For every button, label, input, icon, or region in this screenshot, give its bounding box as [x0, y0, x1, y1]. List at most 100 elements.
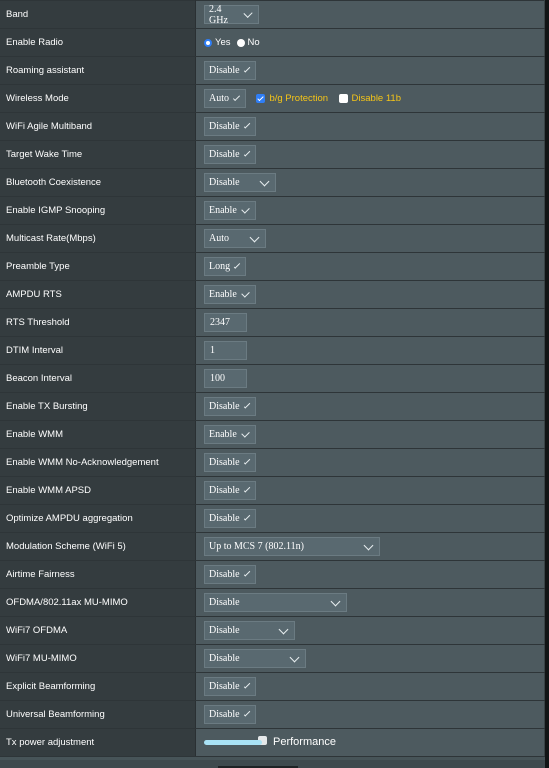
- disable-11b-checkbox[interactable]: [338, 94, 348, 103]
- wireless-mode-select[interactable]: Auto: [204, 89, 246, 108]
- ampdu-aggregation-select[interactable]: Disable: [204, 509, 256, 528]
- label-universal-beamforming: Universal Beamforming: [0, 700, 196, 729]
- chevron-down-icon: [243, 485, 251, 493]
- radio-yes[interactable]: [204, 38, 212, 47]
- chevron-down-icon: [243, 121, 251, 129]
- label-tx-bursting: Enable TX Bursting: [0, 392, 196, 421]
- chevron-down-icon: [259, 176, 270, 186]
- label-wmm: Enable WMM: [0, 420, 196, 449]
- label-explicit-beamforming: Explicit Beamforming: [0, 672, 196, 701]
- chevron-down-icon: [278, 624, 289, 634]
- label-preamble-type: Preamble Type: [0, 252, 196, 281]
- row-universal-beamforming: Universal Beamforming Disable: [0, 700, 545, 729]
- label-multicast-rate: Multicast Rate(Mbps): [0, 224, 196, 253]
- bg-protection-label: b/g Protection: [269, 93, 329, 104]
- bg-protection-checkbox[interactable]: [256, 94, 266, 103]
- label-bluetooth-coexistence: Bluetooth Coexistence: [0, 168, 196, 197]
- airtime-fairness-select[interactable]: Disable: [204, 565, 256, 584]
- row-wifi7-ofdma: WiFi7 OFDMA Disable: [0, 616, 545, 645]
- explicit-beamforming-select[interactable]: Disable: [204, 677, 256, 696]
- label-roaming-assistant: Roaming assistant: [0, 56, 196, 85]
- row-airtime-fairness: Airtime Fairness Disable: [0, 560, 545, 589]
- label-beacon-interval: Beacon Interval: [0, 364, 196, 393]
- ofdma-mu-mimo-select[interactable]: Disable: [204, 593, 347, 612]
- beacon-interval-input[interactable]: 100: [204, 369, 247, 388]
- row-bluetooth-coexistence: Bluetooth Coexistence Disable: [0, 168, 545, 197]
- rts-threshold-input[interactable]: 2347: [204, 313, 247, 332]
- label-wireless-mode: Wireless Mode: [0, 84, 196, 113]
- igmp-snooping-select[interactable]: Enable: [204, 201, 256, 220]
- label-dtim-interval: DTIM Interval: [0, 336, 196, 365]
- chevron-down-icon: [243, 149, 251, 157]
- roaming-assistant-select[interactable]: Disable: [204, 61, 256, 80]
- label-wifi7-ofdma: WiFi7 OFDMA: [0, 616, 196, 645]
- wmm-select[interactable]: Enable: [204, 425, 256, 444]
- row-wmm-no-ack: Enable WMM No-Acknowledgement Disable: [0, 448, 545, 477]
- chevron-down-icon: [243, 65, 251, 73]
- window-edge: [545, 0, 549, 768]
- chevron-down-icon: [241, 428, 250, 438]
- wmm-apsd-select[interactable]: Disable: [204, 481, 256, 500]
- label-ampdu-rts: AMPDU RTS: [0, 280, 196, 309]
- row-tx-bursting: Enable TX Bursting Disable: [0, 392, 545, 421]
- bluetooth-coexistence-select[interactable]: Disable: [204, 173, 276, 192]
- preamble-type-select[interactable]: Long: [204, 257, 246, 276]
- row-tx-power: Tx power adjustment Performance: [0, 728, 545, 757]
- dtim-interval-input[interactable]: 1: [204, 341, 247, 360]
- row-multicast-rate: Multicast Rate(Mbps) Auto: [0, 224, 545, 253]
- wifi-agile-multiband-select[interactable]: Disable: [204, 117, 256, 136]
- chevron-down-icon: [243, 709, 251, 717]
- label-igmp-snooping: Enable IGMP Snooping: [0, 196, 196, 225]
- row-wmm-apsd: Enable WMM APSD Disable: [0, 476, 545, 505]
- row-enable-radio: Enable Radio Yes No: [0, 28, 545, 57]
- label-wifi7-mu-mimo: WiFi7 MU-MIMO: [0, 644, 196, 673]
- universal-beamforming-select[interactable]: Disable: [204, 705, 256, 724]
- row-rts-threshold: RTS Threshold 2347: [0, 308, 545, 337]
- tx-bursting-select[interactable]: Disable: [204, 397, 256, 416]
- label-wifi-agile-multiband: WiFi Agile Multiband: [0, 112, 196, 141]
- row-roaming-assistant: Roaming assistant Disable: [0, 56, 545, 85]
- row-wifi-agile-multiband: WiFi Agile Multiband Disable: [0, 112, 545, 141]
- row-target-wake-time: Target Wake Time Disable: [0, 140, 545, 169]
- chevron-down-icon: [232, 93, 241, 101]
- tx-power-value-label: Performance: [273, 736, 336, 749]
- row-ampdu-aggregation: Optimize AMPDU aggregation Disable: [0, 504, 545, 533]
- chevron-down-icon: [249, 232, 260, 242]
- label-airtime-fairness: Airtime Fairness: [0, 560, 196, 589]
- label-target-wake-time: Target Wake Time: [0, 140, 196, 169]
- row-wmm: Enable WMM Enable: [0, 420, 545, 449]
- modulation-scheme-select[interactable]: Up to MCS 7 (802.11n): [204, 537, 380, 556]
- target-wake-time-select[interactable]: Disable: [204, 145, 256, 164]
- chevron-down-icon: [243, 401, 251, 409]
- chevron-down-icon: [243, 569, 251, 577]
- ampdu-rts-select[interactable]: Enable: [204, 285, 256, 304]
- wireless-professional-settings-table: Band 2.4 GHz Enable Radio Yes No Roaming…: [0, 0, 545, 757]
- multicast-rate-select[interactable]: Auto: [204, 229, 266, 248]
- label-wmm-no-ack: Enable WMM No-Acknowledgement: [0, 448, 196, 477]
- row-explicit-beamforming: Explicit Beamforming Disable: [0, 672, 545, 701]
- wifi7-mu-mimo-select[interactable]: Disable: [204, 649, 306, 668]
- row-ampdu-rts: AMPDU RTS Enable: [0, 280, 545, 309]
- chevron-down-icon: [243, 8, 253, 18]
- chevron-down-icon: [363, 540, 374, 550]
- label-wmm-apsd: Enable WMM APSD: [0, 476, 196, 505]
- row-dtim-interval: DTIM Interval 1: [0, 336, 545, 365]
- label-ofdma-mu-mimo: OFDMA/802.11ax MU-MIMO: [0, 588, 196, 617]
- tx-power-slider-track[interactable]: [204, 739, 262, 745]
- row-wifi7-mu-mimo: WiFi7 MU-MIMO Disable: [0, 644, 545, 673]
- disable-11b-label: Disable 11b: [351, 93, 401, 104]
- wifi7-ofdma-select[interactable]: Disable: [204, 621, 295, 640]
- band-select[interactable]: 2.4 GHz: [204, 4, 259, 26]
- wmm-no-ack-select[interactable]: Disable: [204, 453, 256, 472]
- row-ofdma-mu-mimo: OFDMA/802.11ax MU-MIMO Disable: [0, 588, 545, 617]
- tx-power-slider[interactable]: Performance: [204, 736, 336, 748]
- label-tx-power: Tx power adjustment: [0, 728, 196, 757]
- label-modulation-scheme: Modulation Scheme (WiFi 5): [0, 532, 196, 561]
- label-ampdu-aggregation: Optimize AMPDU aggregation: [0, 504, 196, 533]
- label-rts-threshold: RTS Threshold: [0, 308, 196, 337]
- row-modulation-scheme: Modulation Scheme (WiFi 5) Up to MCS 7 (…: [0, 532, 545, 561]
- radio-no[interactable]: [236, 38, 245, 47]
- chevron-down-icon: [289, 652, 300, 662]
- chevron-down-icon: [243, 513, 251, 521]
- row-band: Band 2.4 GHz: [0, 0, 545, 29]
